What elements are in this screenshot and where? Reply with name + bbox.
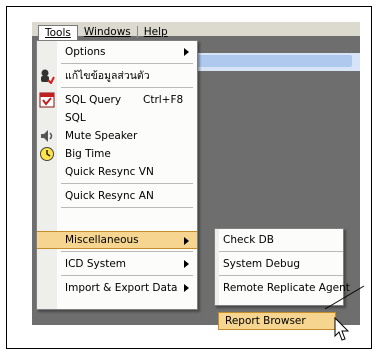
mouse-cursor-icon (334, 316, 350, 341)
callout-line (324, 285, 365, 310)
callout-annotation (324, 285, 365, 341)
